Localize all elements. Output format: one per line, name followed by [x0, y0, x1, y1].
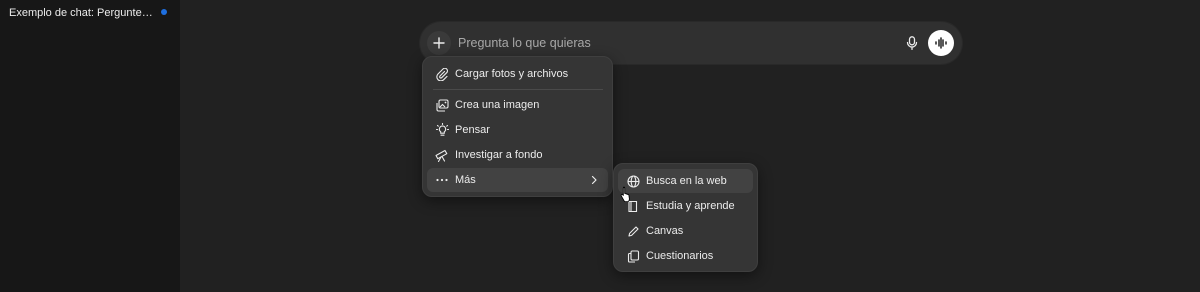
- dictate-button[interactable]: [902, 33, 922, 53]
- plus-icon: [433, 37, 445, 49]
- sidebar: Exemplo de chat: Pergunte o q...: [0, 0, 180, 292]
- cards-icon: [626, 249, 640, 263]
- menu-divider: [433, 89, 603, 90]
- menu-item-deep-research[interactable]: Investigar a fondo: [427, 143, 608, 167]
- menu-item-label: Estudia y aprende: [646, 200, 735, 212]
- menu-item-canvas[interactable]: Canvas: [618, 219, 753, 243]
- menu-item-create-image[interactable]: Crea una imagen: [427, 93, 608, 117]
- image-icon: [435, 98, 449, 112]
- paperclip-icon: [435, 67, 449, 81]
- chevron-right-icon: [588, 174, 600, 186]
- main-area: Cargar fotos y archivos Crea una imagen …: [180, 0, 1200, 292]
- hand-pointer-cursor-icon: [620, 186, 632, 202]
- menu-item-label: Pensar: [455, 124, 490, 136]
- menu-item-label: Busca en la web: [646, 175, 727, 187]
- menu-item-label: Más: [455, 174, 476, 186]
- menu-item-label: Canvas: [646, 225, 684, 237]
- sidebar-chat-item[interactable]: Exemplo de chat: Pergunte o q...: [0, 0, 180, 26]
- lightbulb-icon: [435, 123, 449, 137]
- attach-menu: Cargar fotos y archivos Crea una imagen …: [422, 56, 613, 197]
- menu-item-think[interactable]: Pensar: [427, 118, 608, 142]
- microphone-icon: [906, 36, 918, 50]
- menu-item-upload-files[interactable]: Cargar fotos y archivos: [427, 62, 608, 86]
- menu-item-study-learn[interactable]: Estudia y aprende: [618, 194, 753, 218]
- pencil-icon: [626, 224, 640, 238]
- telescope-icon: [435, 148, 449, 162]
- menu-item-label: Crea una imagen: [455, 99, 540, 111]
- more-dots-icon: [435, 173, 449, 187]
- voice-mode-button[interactable]: [928, 30, 954, 56]
- menu-item-quizzes[interactable]: Cuestionarios: [618, 244, 753, 268]
- add-attachment-button[interactable]: [427, 31, 451, 55]
- menu-item-more[interactable]: Más: [427, 168, 608, 192]
- menu-item-label: Cargar fotos y archivos: [455, 68, 569, 80]
- menu-item-web-search[interactable]: Busca en la web: [618, 169, 753, 193]
- chat-title: Exemplo de chat: Pergunte o q...: [9, 7, 153, 19]
- more-submenu: Busca en la web Estudia y aprende Canvas…: [613, 163, 758, 272]
- voice-waveform-icon: [934, 37, 948, 49]
- prompt-input[interactable]: [456, 33, 856, 53]
- menu-item-label: Investigar a fondo: [455, 149, 543, 161]
- menu-item-label: Cuestionarios: [646, 250, 714, 262]
- unread-dot: [161, 9, 167, 15]
